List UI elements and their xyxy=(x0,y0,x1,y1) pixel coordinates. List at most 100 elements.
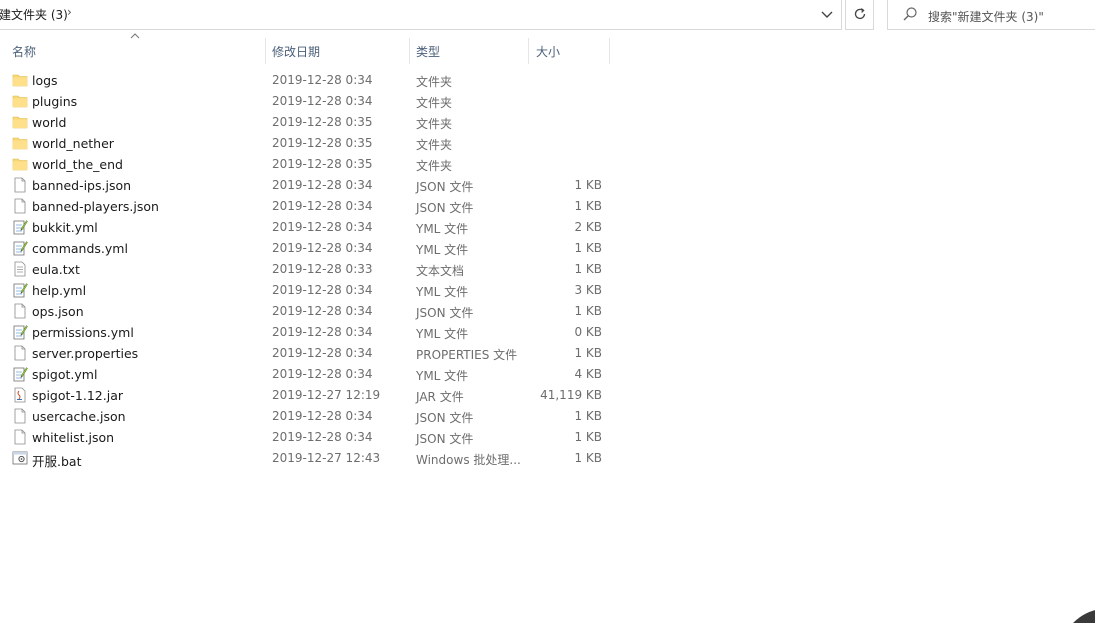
file-modified-date: 2019-12-28 0:33 xyxy=(272,262,373,276)
column-header-size[interactable]: 大小 xyxy=(529,38,609,64)
file-row[interactable]: help.yml 2019-12-28 0:34 YML 文件 3 KB xyxy=(0,280,620,301)
file-type: 文件夹 xyxy=(416,94,452,111)
file-icon xyxy=(12,345,28,361)
notepad-file-icon xyxy=(12,240,28,256)
file-type: YML 文件 xyxy=(416,220,468,237)
file-size: 1 KB xyxy=(574,346,602,360)
file-modified-date: 2019-12-28 0:34 xyxy=(272,367,373,381)
refresh-button[interactable] xyxy=(845,0,874,30)
file-name: commands.yml xyxy=(32,241,128,256)
search-input[interactable]: 搜索"新建文件夹 (3)" xyxy=(887,0,1095,30)
file-size: 0 KB xyxy=(574,325,602,339)
file-row[interactable]: banned-players.json2019-12-28 0:34JSON 文… xyxy=(0,196,620,217)
file-row[interactable]: ops.json2019-12-28 0:34JSON 文件1 KB xyxy=(0,301,620,322)
file-row[interactable]: world_nether2019-12-28 0:35文件夹 xyxy=(0,133,620,154)
column-header-size-label: 大小 xyxy=(536,43,560,60)
file-type: JSON 文件 xyxy=(416,178,473,195)
file-row[interactable]: world 2019-12-28 0:35 文件夹 xyxy=(0,112,620,133)
file-row[interactable]: spigot.yml2019-12-28 0:34YML 文件4 KB xyxy=(0,364,620,385)
column-header-date-label: 修改日期 xyxy=(272,43,320,60)
file-size: 3 KB xyxy=(574,283,602,297)
search-placeholder: 搜索"新建文件夹 (3)" xyxy=(928,8,1044,25)
file-name: help.yml xyxy=(32,283,86,298)
file-type: JAR 文件 xyxy=(416,388,464,405)
file-type: YML 文件 xyxy=(416,283,468,300)
file-type: YML 文件 xyxy=(416,325,468,342)
file-name: banned-players.json xyxy=(32,199,159,214)
column-header-type[interactable]: 类型 xyxy=(410,38,528,64)
file-type: 文件夹 xyxy=(416,115,452,132)
file-icon xyxy=(12,177,28,193)
column-header-date[interactable]: 修改日期 xyxy=(266,38,409,64)
file-type: JSON 文件 xyxy=(416,430,473,447)
file-name: whitelist.json xyxy=(32,430,114,445)
folder-icon xyxy=(12,156,28,172)
column-divider[interactable] xyxy=(609,38,610,64)
file-name: plugins xyxy=(32,94,77,109)
file-type: 文件夹 xyxy=(416,157,452,174)
file-modified-date: 2019-12-28 0:34 xyxy=(272,325,373,339)
file-type: JSON 文件 xyxy=(416,409,473,426)
file-size: 1 KB xyxy=(574,241,602,255)
file-size: 1 KB xyxy=(574,409,602,423)
file-icon xyxy=(12,303,28,319)
file-modified-date: 2019-12-28 0:34 xyxy=(272,178,373,192)
file-type: JSON 文件 xyxy=(416,304,473,321)
file-modified-date: 2019-12-28 0:34 xyxy=(272,199,373,213)
file-row[interactable]: usercache.json2019-12-28 0:34JSON 文件1 KB xyxy=(0,406,620,427)
file-modified-date: 2019-12-28 0:34 xyxy=(272,241,373,255)
file-row[interactable]: spigot-1.12.jar 2019-12-27 12:19 JAR 文件 41,… xyxy=(0,385,620,406)
chevron-down-icon[interactable] xyxy=(819,6,835,22)
breadcrumb-separator-icon[interactable]: › xyxy=(67,5,72,19)
file-row[interactable]: plugins 2019-12-28 0:34 文件夹 xyxy=(0,91,620,112)
file-icon xyxy=(12,429,28,445)
file-row[interactable]: world_the_end2019-12-28 0:35文件夹 xyxy=(0,154,620,175)
file-size: 1 KB xyxy=(574,178,602,192)
corner-decoration xyxy=(1071,607,1095,623)
file-modified-date: 2019-12-28 0:34 xyxy=(272,283,373,297)
file-row[interactable]: permissions.yml2019-12-28 0:34YML 文件0 KB xyxy=(0,322,620,343)
file-type: YML 文件 xyxy=(416,241,468,258)
notepad-file-icon xyxy=(12,219,28,235)
address-bar[interactable]: 建文件夹 (3) › xyxy=(0,0,842,30)
file-size: 41,119 KB xyxy=(540,388,602,402)
file-name: 开服.bat xyxy=(32,451,81,470)
file-row[interactable]: logs2019-12-28 0:34文件夹 xyxy=(0,70,620,91)
file-row[interactable]: 开服.bat2019-12-27 12:43Windows 批处理...1 KB xyxy=(0,448,620,469)
file-name: spigot.yml xyxy=(32,367,97,382)
file-modified-date: 2019-12-28 0:34 xyxy=(272,430,373,444)
file-row[interactable]: commands.yml 2019-12-28 0:34 YML 文件 1 KB xyxy=(0,238,620,259)
address-bar-row: 建文件夹 (3) › 搜索"新建文件夹 (3)" xyxy=(0,0,1095,30)
notepad-file-icon xyxy=(12,324,28,340)
file-size: 1 KB xyxy=(574,451,602,465)
file-row[interactable]: banned-ips.json 2019-12-28 0:34 JSON 文件 1 K… xyxy=(0,175,620,196)
file-modified-date: 2019-12-28 0:34 xyxy=(272,304,373,318)
file-row[interactable]: eula.txt2019-12-28 0:33文本文档1 KB xyxy=(0,259,620,280)
file-type: PROPERTIES 文件 xyxy=(416,346,517,363)
file-name: banned-ips.json xyxy=(32,178,131,193)
file-row[interactable]: whitelist.json2019-12-28 0:34JSON 文件1 KB xyxy=(0,427,620,448)
batch-file-icon xyxy=(12,450,28,466)
file-row[interactable]: bukkit.yml2019-12-28 0:34YML 文件2 KB xyxy=(0,217,620,238)
file-name: spigot-1.12.jar xyxy=(32,388,123,403)
file-type: 文件夹 xyxy=(416,136,452,153)
column-header-type-label: 类型 xyxy=(416,43,440,60)
folder-icon xyxy=(12,114,28,130)
file-modified-date: 2019-12-27 12:19 xyxy=(272,388,380,402)
breadcrumb-current-folder[interactable]: 建文件夹 (3) xyxy=(0,6,68,23)
column-header-name[interactable]: 名称 xyxy=(0,38,265,64)
file-name: world_nether xyxy=(32,136,114,151)
file-name: usercache.json xyxy=(32,409,126,424)
file-row[interactable]: server.properties2019-12-28 0:34PROPERTI… xyxy=(0,343,620,364)
file-name: world xyxy=(32,115,66,130)
file-modified-date: 2019-12-28 0:35 xyxy=(272,115,373,129)
notepad-file-icon xyxy=(12,282,28,298)
folder-icon xyxy=(12,72,28,88)
file-size: 2 KB xyxy=(574,220,602,234)
file-icon xyxy=(12,198,28,214)
file-name: logs xyxy=(32,73,58,88)
file-modified-date: 2019-12-28 0:34 xyxy=(272,94,373,108)
file-name: world_the_end xyxy=(32,157,123,172)
text-file-icon xyxy=(12,261,28,277)
file-size: 4 KB xyxy=(574,367,602,381)
